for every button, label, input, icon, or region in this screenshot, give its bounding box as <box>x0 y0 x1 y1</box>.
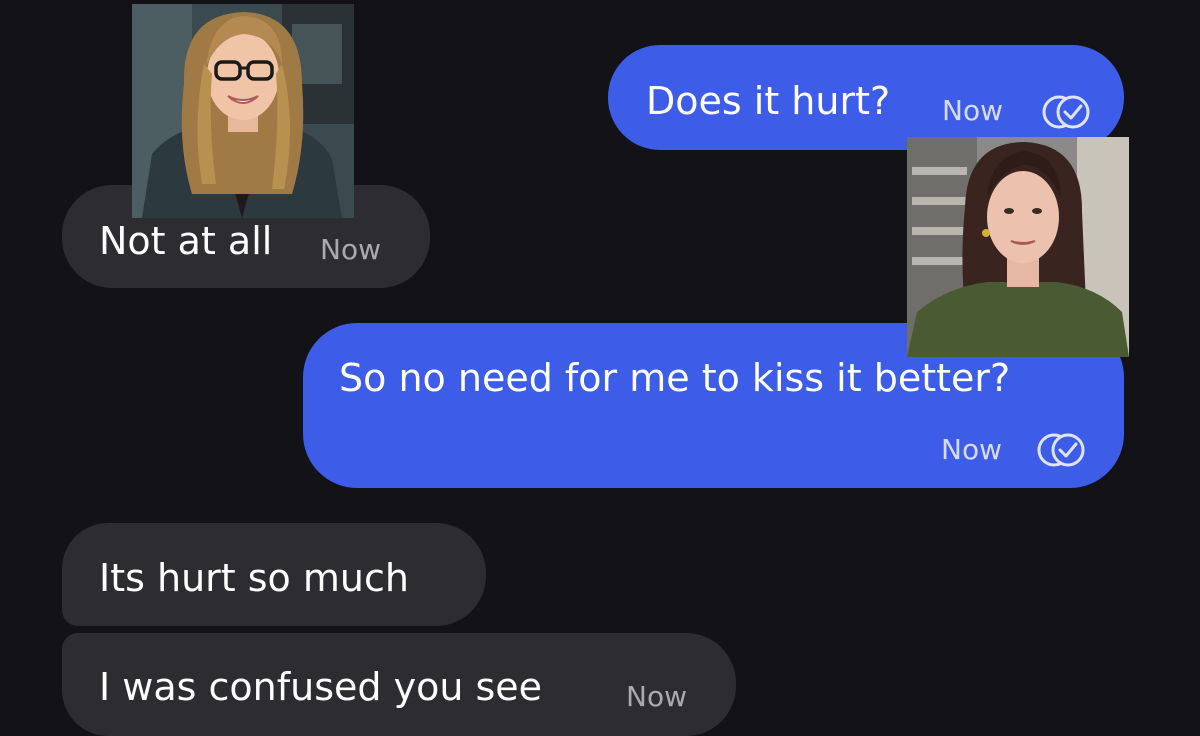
message-bubble-incoming[interactable]: Its hurt so much <box>62 523 486 626</box>
message-timestamp: Now <box>320 233 381 266</box>
double-check-icon <box>1040 94 1094 130</box>
message-text: I was confused you see <box>99 665 543 709</box>
message-timestamp: Now <box>942 94 1003 127</box>
message-text: Does it hurt? <box>646 79 891 123</box>
chat-conversation: Does it hurt? Now Not at all Now So no n… <box>0 0 1200 736</box>
photo-blonde-woman-glasses <box>132 4 354 218</box>
message-text: Not at all <box>99 219 273 263</box>
message-text: So no need for me to kiss it better? <box>339 356 1011 400</box>
double-check-icon <box>1035 432 1089 468</box>
message-timestamp: Now <box>626 680 687 713</box>
message-text: Its hurt so much <box>99 556 409 600</box>
message-bubble-outgoing[interactable]: Does it hurt? Now <box>608 45 1124 150</box>
message-bubble-incoming[interactable]: I was confused you see Now <box>62 633 736 736</box>
message-timestamp: Now <box>941 433 1002 466</box>
photo-dark-haired-woman <box>907 137 1129 357</box>
